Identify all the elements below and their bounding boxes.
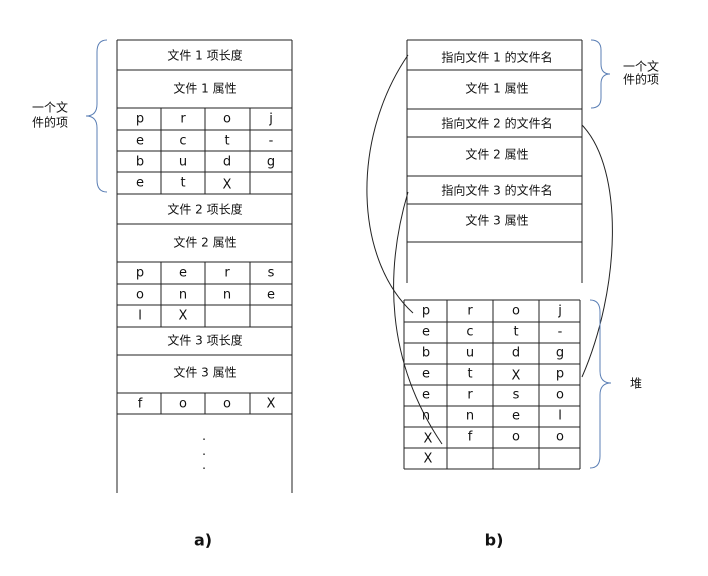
heap-label: 堆 bbox=[630, 377, 642, 391]
entry-brace-b bbox=[590, 39, 611, 109]
file2-pointer-label: 指向文件 2 的文件名 bbox=[441, 116, 552, 131]
a-f1-char: p bbox=[136, 112, 144, 127]
heap-char: n bbox=[466, 409, 474, 424]
a-f3-char: f bbox=[138, 397, 143, 412]
heap-char: l bbox=[558, 409, 562, 424]
file1-length-label: 文件 1 项长度 bbox=[167, 48, 242, 63]
heap-char: r bbox=[467, 388, 473, 403]
a-f1-char: g bbox=[267, 155, 275, 170]
panel-b-directory bbox=[406, 39, 583, 283]
a-f2-char: o bbox=[136, 288, 144, 303]
file2-length-label: 文件 2 项长度 bbox=[167, 202, 242, 217]
a-f2-char: n bbox=[223, 288, 231, 303]
a-f2-char: e bbox=[179, 266, 187, 281]
a-f1-char: t bbox=[224, 134, 229, 149]
heap-char: o bbox=[512, 304, 520, 319]
heap-char: - bbox=[558, 325, 563, 340]
figure-canvas: 一个文 件的项 文件 1 项长度 文件 1 属性 文件 2 项长度 文件 2 属… bbox=[32, 39, 659, 550]
heap-char: p bbox=[422, 304, 430, 319]
brace-label-b-line2: 件的项 bbox=[623, 72, 659, 87]
caption-a: a) bbox=[194, 531, 212, 550]
heap-char: d bbox=[512, 346, 520, 361]
a-f1-char: u bbox=[179, 155, 187, 170]
heap-char: g bbox=[556, 346, 564, 361]
brace-label-a-line2: 件的项 bbox=[32, 115, 68, 130]
brace-label-b-line1: 一个文 bbox=[623, 59, 659, 74]
file1-attr-label-b: 文件 1 属性 bbox=[465, 81, 528, 96]
heap-char: r bbox=[467, 304, 473, 319]
a-f2-char: l bbox=[138, 309, 142, 324]
a-f1-char: b bbox=[136, 155, 144, 170]
brace-label-a-line1: 一个文 bbox=[32, 100, 68, 115]
a-f2-char: s bbox=[268, 266, 275, 281]
continuation-dot: · bbox=[202, 433, 206, 447]
a-f1-char: e bbox=[136, 176, 144, 191]
a-f2-char: e bbox=[267, 288, 275, 303]
file3-pointer-label: 指向文件 3 的文件名 bbox=[441, 183, 552, 198]
pointer-curve-file2 bbox=[581, 124, 613, 378]
file1-pointer-label: 指向文件 1 的文件名 bbox=[441, 50, 552, 65]
pointer-curve-file1 bbox=[366, 54, 414, 314]
a-f1-char: X bbox=[223, 178, 232, 193]
a-f2-char: n bbox=[179, 288, 187, 303]
heap-char: o bbox=[512, 430, 520, 445]
heap-char: t bbox=[513, 325, 518, 340]
file3-attr-label: 文件 3 属性 bbox=[173, 365, 236, 380]
a-f1-char: e bbox=[136, 134, 144, 149]
caption-b: b) bbox=[485, 531, 504, 550]
file3-length-label: 文件 3 项长度 bbox=[167, 333, 242, 348]
a-f1-char: o bbox=[223, 112, 231, 127]
a-f3-char: o bbox=[223, 397, 231, 412]
a-f2-char: r bbox=[224, 266, 230, 281]
heap-char: X bbox=[424, 452, 433, 467]
heap-char: j bbox=[557, 304, 562, 319]
heap-char: n bbox=[422, 409, 430, 424]
heap-char: o bbox=[556, 388, 564, 403]
heap-char: s bbox=[513, 388, 520, 403]
a-f3-char: o bbox=[179, 397, 187, 412]
file2-attr-label: 文件 2 属性 bbox=[173, 235, 236, 250]
a-f1-char: d bbox=[223, 155, 231, 170]
heap-char: f bbox=[468, 430, 473, 445]
heap-char: u bbox=[466, 346, 474, 361]
heap-brace bbox=[589, 299, 612, 469]
a-f1-char: c bbox=[179, 134, 186, 149]
file1-attr-label: 文件 1 属性 bbox=[173, 81, 236, 96]
continuation-dot: · bbox=[202, 448, 206, 462]
a-f2-char: X bbox=[179, 309, 188, 324]
heap-char: e bbox=[422, 367, 430, 382]
a-f1-char: r bbox=[180, 112, 186, 127]
continuation-dot: · bbox=[202, 462, 206, 476]
file3-attr-label-b: 文件 3 属性 bbox=[465, 213, 528, 228]
a-f3-char: X bbox=[267, 397, 276, 412]
a-f1-char: t bbox=[180, 176, 185, 191]
heap-char: e bbox=[422, 325, 430, 340]
heap-char: X bbox=[424, 432, 433, 447]
a-f1-char: - bbox=[269, 134, 274, 149]
heap-char: t bbox=[467, 367, 472, 382]
heap-char: p bbox=[556, 367, 564, 382]
entry-brace-a bbox=[85, 39, 108, 193]
heap-char: b bbox=[422, 346, 430, 361]
heap-char: o bbox=[556, 430, 564, 445]
heap-char: e bbox=[512, 409, 520, 424]
heap-char: c bbox=[466, 325, 473, 340]
heap-char: X bbox=[512, 369, 521, 384]
file2-attr-label-b: 文件 2 属性 bbox=[465, 147, 528, 162]
a-f2-char: p bbox=[136, 266, 144, 281]
a-f1-char: j bbox=[268, 112, 273, 127]
heap-char: e bbox=[422, 388, 430, 403]
